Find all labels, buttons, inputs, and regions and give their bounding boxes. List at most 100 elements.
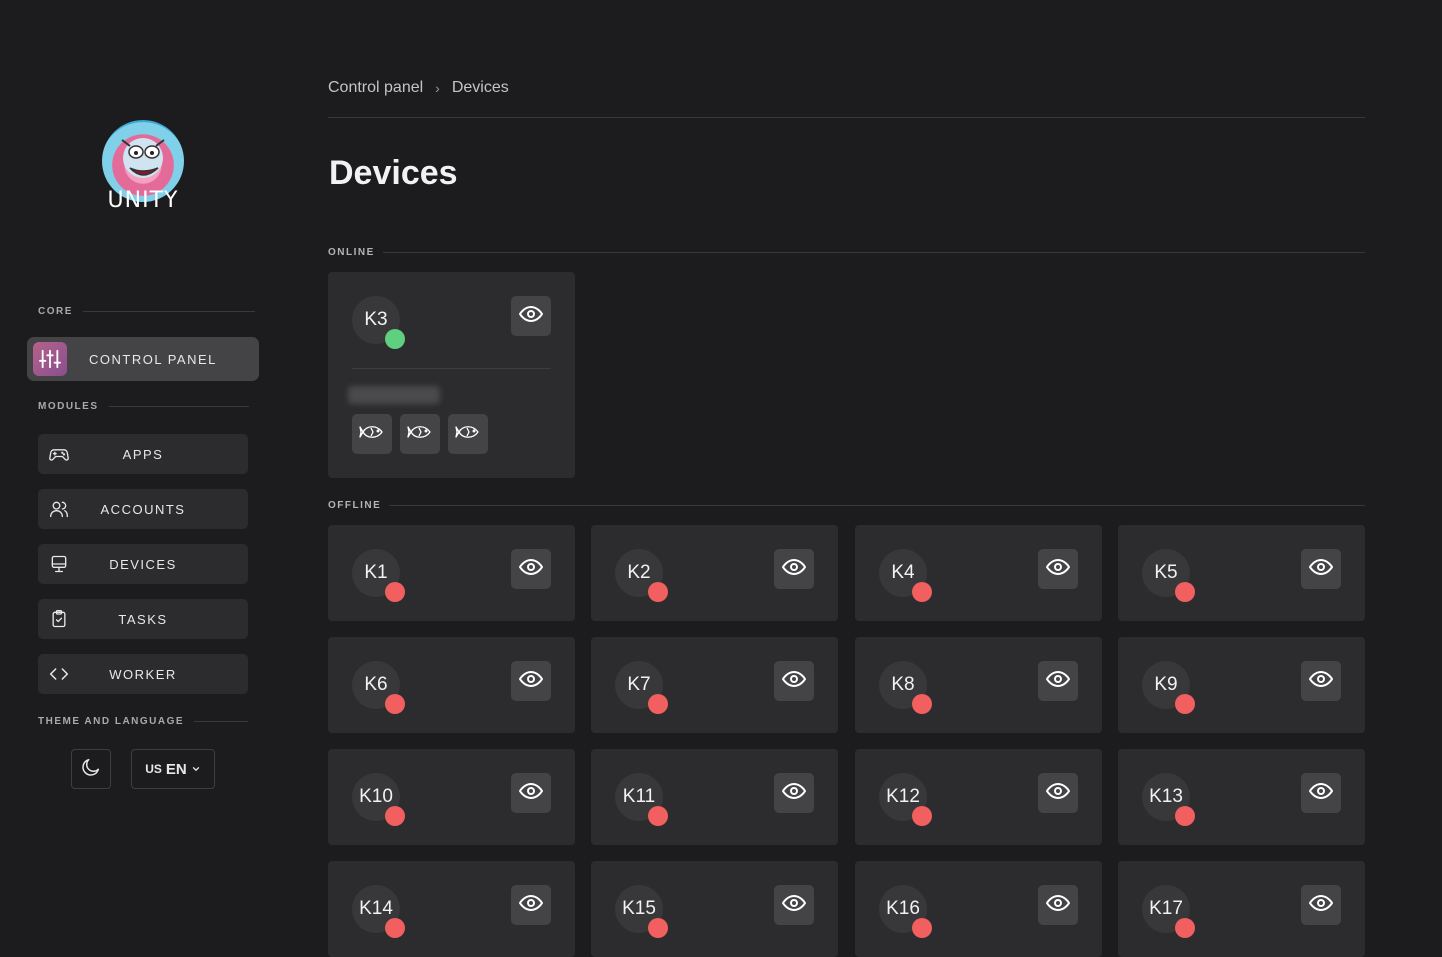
status-offline-dot (385, 918, 405, 938)
eye-icon (518, 667, 544, 696)
modules-section-label: MODULES (38, 401, 249, 412)
eye-icon (1045, 779, 1071, 808)
device-actions (352, 414, 488, 454)
view-device-button[interactable] (511, 773, 551, 813)
view-device-button[interactable] (1038, 549, 1078, 589)
eye-icon (1308, 667, 1334, 696)
divider (328, 117, 1365, 118)
flag-icon: US (145, 762, 162, 776)
view-device-button[interactable] (511, 661, 551, 701)
theme-toggle-button[interactable] (71, 749, 111, 789)
device-card-offline: K6 (328, 637, 575, 733)
divider (194, 721, 249, 722)
breadcrumb-root-link[interactable]: Control panel (328, 79, 423, 97)
eye-icon (518, 302, 544, 331)
view-device-button[interactable] (774, 549, 814, 589)
fish-action-button[interactable] (400, 414, 440, 454)
theme-label-text: THEME AND LANGUAGE (38, 716, 185, 727)
breadcrumb: Control panel › Devices (328, 79, 509, 97)
view-device-button[interactable] (511, 549, 551, 589)
view-device-button[interactable] (1038, 661, 1078, 701)
gamepad-icon (48, 443, 70, 465)
online-group-label: ONLINE (328, 247, 1365, 258)
chevron-down-icon (191, 761, 201, 778)
divider (108, 406, 249, 407)
view-device-button[interactable] (511, 885, 551, 925)
modules-label-text: MODULES (38, 401, 99, 412)
theme-section-label: THEME AND LANGUAGE (38, 716, 249, 727)
status-offline-dot (1175, 582, 1195, 602)
divider (382, 252, 1365, 253)
device-card-online: K3 (328, 272, 575, 478)
fish-icon (455, 423, 481, 446)
status-offline-dot (385, 806, 405, 826)
status-offline-dot (648, 918, 668, 938)
view-device-button[interactable] (774, 885, 814, 925)
clipboard-check-icon (48, 608, 70, 630)
sliders-icon (33, 342, 67, 376)
fish-action-button[interactable] (352, 414, 392, 454)
status-offline-dot (912, 694, 932, 714)
status-offline-dot (912, 918, 932, 938)
online-label-text: ONLINE (328, 247, 375, 258)
fish-action-button[interactable] (448, 414, 488, 454)
eye-icon (1045, 555, 1071, 584)
sidebar-item-tasks[interactable]: TASKS (38, 599, 248, 639)
status-offline-dot (1175, 694, 1195, 714)
view-device-button[interactable] (1301, 661, 1341, 701)
sidebar-item-accounts[interactable]: ACCOUNTS (38, 489, 248, 529)
status-offline-dot (648, 806, 668, 826)
status-offline-dot (648, 582, 668, 602)
eye-icon (781, 779, 807, 808)
view-device-button[interactable] (1301, 549, 1341, 589)
eye-icon (1308, 779, 1334, 808)
fish-icon (407, 423, 433, 446)
brand-name: UNITY (107, 188, 179, 213)
code-icon (48, 663, 70, 685)
control-panel-button[interactable]: CONTROL PANEL (27, 337, 259, 381)
view-device-button[interactable] (511, 296, 551, 336)
redacted-info (348, 386, 440, 404)
view-device-button[interactable] (1301, 773, 1341, 813)
eye-icon (781, 891, 807, 920)
device-card-offline: K8 (855, 637, 1102, 733)
sidebar-item-apps[interactable]: APPS (38, 434, 248, 474)
status-offline-dot (648, 694, 668, 714)
eye-icon (1045, 891, 1071, 920)
moon-icon (80, 756, 102, 783)
device-card-offline: K7 (591, 637, 838, 733)
device-card-offline: K10 (328, 749, 575, 845)
device-card-offline: K13 (1118, 749, 1365, 845)
status-offline-dot (1175, 918, 1195, 938)
device-card-offline: K11 (591, 749, 838, 845)
device-card-offline: K15 (591, 861, 838, 957)
view-device-button[interactable] (1038, 885, 1078, 925)
divider (82, 311, 255, 312)
core-label-text: CORE (38, 306, 73, 317)
chevron-right-icon: › (435, 80, 440, 96)
status-offline-dot (385, 582, 405, 602)
eye-icon (518, 555, 544, 584)
monitor-icon (48, 553, 70, 575)
device-card-offline: K17 (1118, 861, 1365, 957)
offline-label-text: OFFLINE (328, 500, 382, 511)
device-card-offline: K4 (855, 525, 1102, 621)
sidebar-item-worker[interactable]: WORKER (38, 654, 248, 694)
device-card-offline: K2 (591, 525, 838, 621)
eye-icon (518, 779, 544, 808)
device-card-offline: K16 (855, 861, 1102, 957)
eye-icon (1045, 667, 1071, 696)
device-card-offline: K12 (855, 749, 1102, 845)
view-device-button[interactable] (1038, 773, 1078, 813)
sidebar: UNITY CORE CONTROL PANEL MODULES APPS AC… (0, 0, 290, 910)
status-offline-dot (912, 582, 932, 602)
users-icon (48, 498, 70, 520)
view-device-button[interactable] (1301, 885, 1341, 925)
sidebar-item-devices[interactable]: DEVICES (38, 544, 248, 584)
view-device-button[interactable] (774, 773, 814, 813)
device-card-offline: K1 (328, 525, 575, 621)
view-device-button[interactable] (774, 661, 814, 701)
device-card-offline: K5 (1118, 525, 1365, 621)
status-offline-dot (385, 694, 405, 714)
language-select[interactable]: US EN (131, 749, 215, 789)
